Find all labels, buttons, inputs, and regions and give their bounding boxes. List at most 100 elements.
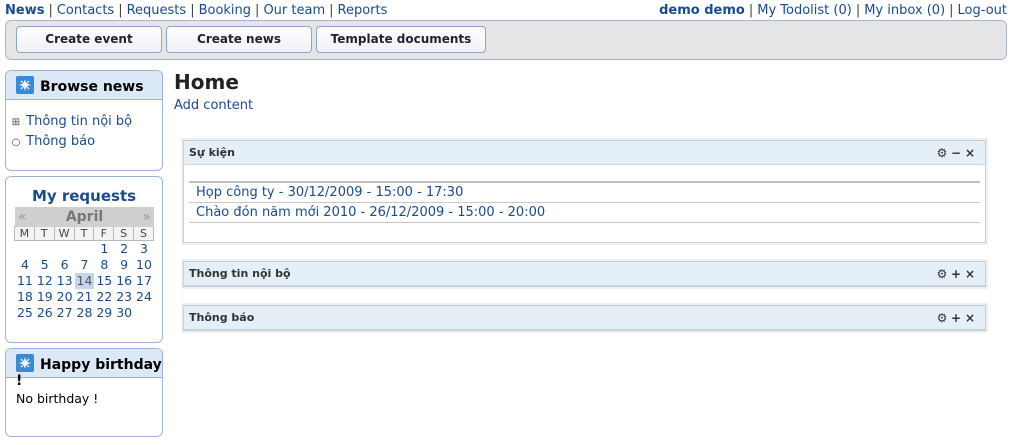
prev-month-button[interactable]: « <box>18 207 27 227</box>
page-title: Home <box>174 70 239 94</box>
calendar-day-today[interactable]: 14 <box>74 273 95 289</box>
add-content-link[interactable]: Add content <box>174 98 253 113</box>
calendar-blank <box>15 241 35 257</box>
next-month-button[interactable]: » <box>142 207 151 227</box>
my-inbox-link[interactable]: My inbox (0) <box>864 3 945 18</box>
calendar-day[interactable]: 4 <box>15 257 35 273</box>
event-link[interactable]: Chào đón năm mới 2010 - 26/12/2009 - 15:… <box>196 205 545 220</box>
create-event-button[interactable]: Create event <box>16 26 162 53</box>
calendar-day[interactable]: 24 <box>134 289 154 305</box>
news-category-list: ⊞ Thông tin nội bộ ○ Thông báo <box>6 100 162 154</box>
close-icon[interactable]: × <box>964 267 978 281</box>
nav-booking[interactable]: Booking <box>199 3 251 18</box>
portlet-events: Sự kiện ⚙ − × Họp công ty - 30/12/2009 - 1… <box>183 140 986 243</box>
list-item: ⊞ Thông tin nội bộ <box>10 114 162 134</box>
news-category-link[interactable]: Thông tin nội bộ <box>26 114 132 129</box>
expand-icon[interactable]: + <box>950 311 964 325</box>
calendar-day[interactable]: 22 <box>94 289 114 305</box>
nav-news[interactable]: News <box>5 3 44 18</box>
calendar-weekday: F <box>93 226 115 241</box>
top-nav: News | Contacts | Requests | Booking | Our team |… <box>5 3 388 18</box>
birthday-header: Happy birthday ! <box>6 349 162 389</box>
browse-news-title: Browse news <box>40 79 144 95</box>
calendar-day[interactable]: 16 <box>114 273 134 289</box>
leaf-bullet-icon: ○ <box>11 137 21 148</box>
portlet-header: Sự kiện ⚙ − × <box>184 141 985 165</box>
calendar-month: April <box>65 209 104 225</box>
calendar-day[interactable]: 7 <box>75 257 95 273</box>
list-item: ○ Thông báo <box>10 134 162 154</box>
settings-icon[interactable]: ⚙ <box>936 311 950 325</box>
calendar-day[interactable]: 6 <box>55 257 75 273</box>
create-news-button[interactable]: Create news <box>166 26 312 53</box>
close-icon[interactable]: × <box>964 146 978 160</box>
calendar-day[interactable]: 25 <box>15 305 35 321</box>
my-todolist-link[interactable]: My Todolist (0) <box>757 3 852 18</box>
portlet-title: Thông báo <box>189 311 255 324</box>
calendar-day[interactable]: 12 <box>35 273 55 289</box>
my-requests-title: My requests <box>31 187 137 205</box>
calendar-day[interactable]: 3 <box>134 241 154 257</box>
portlet-title: Thông tin nội bộ <box>189 267 291 280</box>
calendar-day[interactable]: 8 <box>94 257 114 273</box>
calendar-day[interactable]: 1 <box>94 241 114 257</box>
nav-our-team[interactable]: Our team <box>263 3 325 18</box>
calendar-day[interactable]: 5 <box>35 257 55 273</box>
portlet-title: Sự kiện <box>189 146 235 159</box>
calendar-weekday: T <box>73 226 95 241</box>
calendar-day[interactable]: 21 <box>75 289 95 305</box>
calendar-weekday: S <box>113 226 135 241</box>
calendar: « April » MTWTFSS 1 2 3 4 5 6 7 8 9 10 11 12 13 14 15 1… <box>14 207 154 321</box>
event-list: Họp công ty - 30/12/2009 - 15:00 - 17:30… <box>184 165 985 223</box>
calendar-day[interactable]: 17 <box>134 273 154 289</box>
nav-requests[interactable]: Requests <box>127 3 187 18</box>
news-category-link[interactable]: Thông báo <box>26 134 95 149</box>
close-icon[interactable]: × <box>964 311 978 325</box>
calendar-blank <box>55 241 75 257</box>
calendar-day[interactable]: 18 <box>15 289 35 305</box>
portlet-header: Thông tin nội bộ ⚙ + × <box>184 262 985 286</box>
calendar-day[interactable]: 10 <box>134 257 154 273</box>
calendar-header: « April » <box>15 207 154 227</box>
calendar-day[interactable]: 23 <box>114 289 134 305</box>
portlet-controls: ⚙ − × <box>936 146 978 160</box>
calendar-day[interactable]: 13 <box>55 273 75 289</box>
calendar-day[interactable]: 11 <box>15 273 35 289</box>
portlet-announcements: Thông báo ⚙ + × <box>183 305 986 331</box>
logout-link[interactable]: Log-out <box>958 3 1007 18</box>
table-row: Họp công ty - 30/12/2009 - 15:00 - 17:30 <box>189 181 980 202</box>
browse-news-header: Browse news <box>6 71 162 100</box>
user-nav: demo demo | My Todolist (0) | My inbox (0) | L… <box>659 3 1007 18</box>
template-documents-button[interactable]: Template documents <box>316 26 486 53</box>
portlet-header: Thông báo ⚙ + × <box>184 306 985 330</box>
expand-icon[interactable]: + <box>950 267 964 281</box>
star-icon <box>16 354 34 372</box>
calendar-day[interactable]: 15 <box>94 273 114 289</box>
nav-contacts[interactable]: Contacts <box>57 3 114 18</box>
calendar-days: 1 2 3 4 5 6 7 8 9 10 11 12 13 14 15 16 17 18 19 20 21 22 23 24 2… <box>15 241 154 321</box>
action-toolbar: Create event Create news Template document… <box>5 20 1007 60</box>
calendar-day[interactable]: 9 <box>114 257 134 273</box>
calendar-day[interactable]: 28 <box>75 305 95 321</box>
event-link[interactable]: Họp công ty - 30/12/2009 - 15:00 - 17:30 <box>196 185 463 200</box>
calendar-day[interactable]: 2 <box>114 241 134 257</box>
calendar-day[interactable]: 29 <box>94 305 114 321</box>
calendar-day[interactable]: 30 <box>114 305 134 321</box>
calendar-weekday: M <box>14 226 35 241</box>
calendar-blank <box>75 241 95 257</box>
nav-reports[interactable]: Reports <box>338 3 388 18</box>
calendar-weekdays: MTWTFSS <box>14 226 154 241</box>
expand-tree-icon[interactable]: ⊞ <box>10 117 22 128</box>
calendar-day[interactable]: 20 <box>55 289 75 305</box>
birthday-text: No birthday ! <box>16 391 99 406</box>
calendar-day[interactable]: 19 <box>35 289 55 305</box>
calendar-day[interactable]: 26 <box>35 305 55 321</box>
user-name-link[interactable]: demo demo <box>659 3 745 18</box>
star-icon <box>16 76 34 94</box>
minimize-icon[interactable]: − <box>950 146 964 160</box>
calendar-weekday: S <box>133 226 154 241</box>
settings-icon[interactable]: ⚙ <box>936 267 950 281</box>
birthday-box: Happy birthday ! No birthday ! <box>5 348 163 437</box>
calendar-day[interactable]: 27 <box>55 305 75 321</box>
settings-icon[interactable]: ⚙ <box>936 146 950 160</box>
